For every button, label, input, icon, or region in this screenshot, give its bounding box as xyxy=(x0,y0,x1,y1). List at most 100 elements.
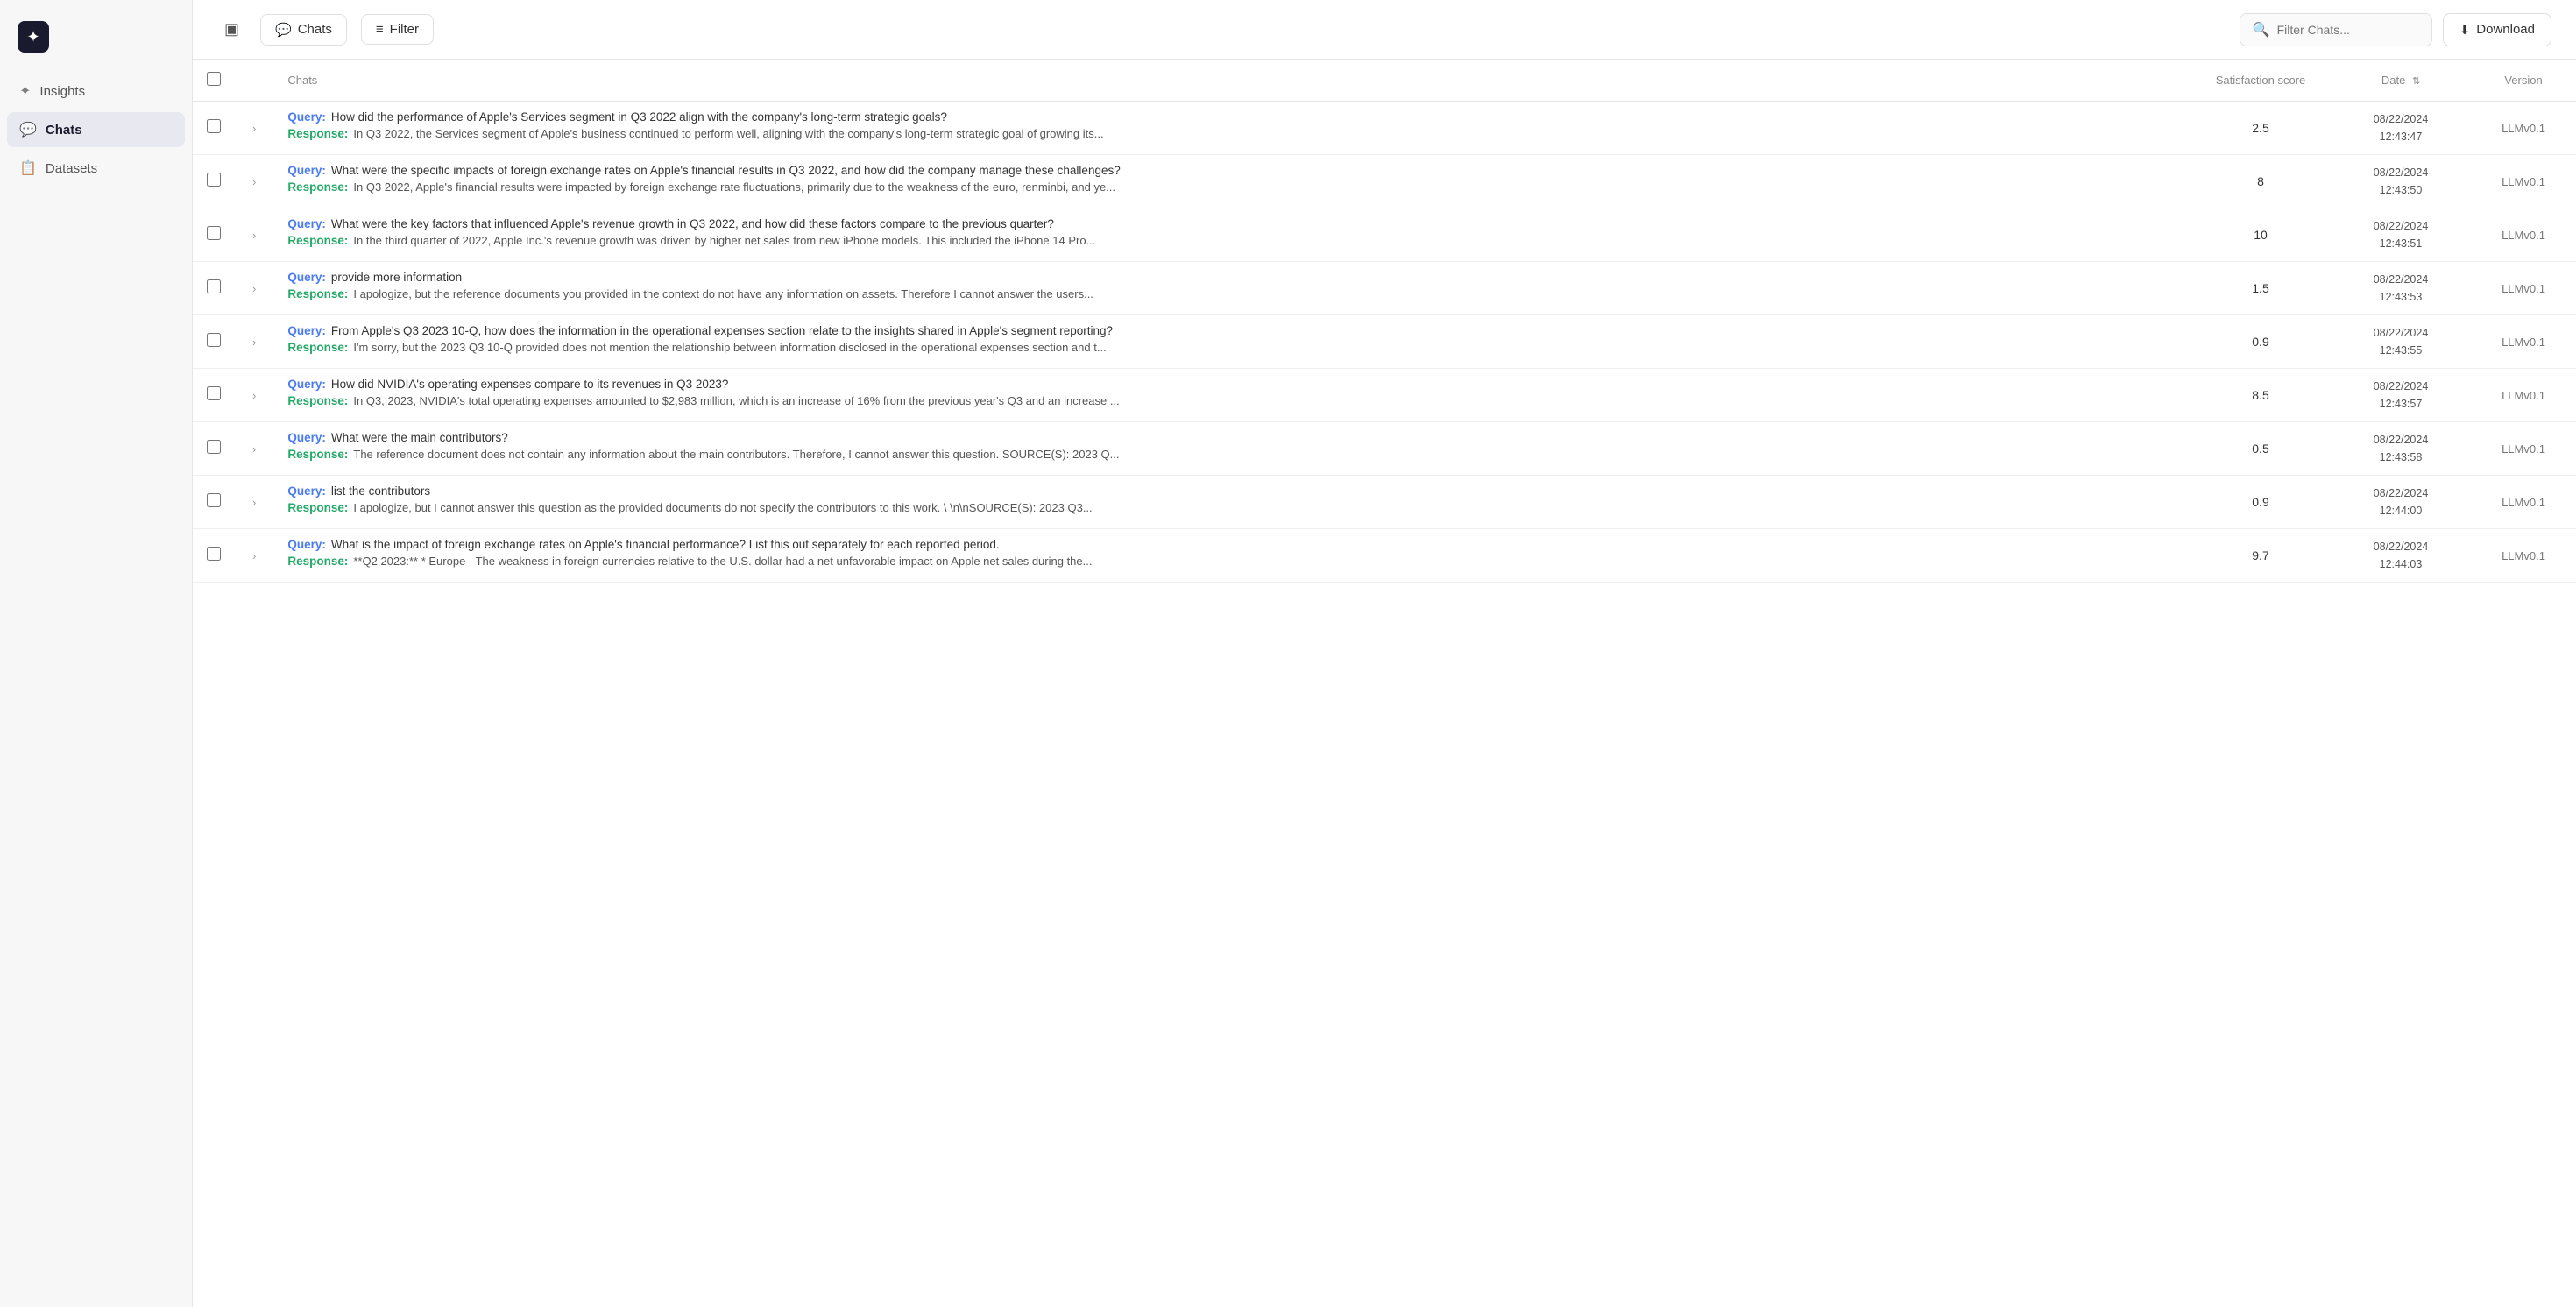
row-checkbox[interactable] xyxy=(207,119,221,133)
score-cell: 2.5 xyxy=(2190,102,2331,155)
query-row: Query: How did the performance of Apple'… xyxy=(287,110,2176,124)
download-button[interactable]: ⬇ Download xyxy=(2443,13,2551,46)
version-cell: LLMv0.1 xyxy=(2471,369,2576,422)
response-label: Response: xyxy=(287,394,348,407)
row-checkbox-cell xyxy=(193,476,235,529)
sidebar-item-insights-label: Insights xyxy=(39,84,85,99)
sidebar: ✦ ✦ Insights 💬 Chats 📋 Datasets xyxy=(0,0,193,1307)
expand-button[interactable]: › xyxy=(249,548,259,564)
response-row: Response: I apologize, but I cannot answ… xyxy=(287,501,2176,514)
query-row: Query: What is the impact of foreign exc… xyxy=(287,538,2176,551)
table-row: › Query: provide more information Respon… xyxy=(193,262,2576,315)
query-row: Query: What were the specific impacts of… xyxy=(287,164,2176,177)
score-cell: 9.7 xyxy=(2190,529,2331,583)
row-checkbox[interactable] xyxy=(207,440,221,454)
date-cell: 08/22/2024 12:44:00 xyxy=(2331,476,2471,529)
row-checkbox[interactable] xyxy=(207,226,221,240)
table-body: › Query: How did the performance of Appl… xyxy=(193,102,2576,583)
row-expand-cell: › xyxy=(235,155,273,208)
query-label: Query: xyxy=(287,484,326,498)
response-text: I apologize, but the reference documents… xyxy=(353,287,1093,300)
query-text: What were the specific impacts of foreig… xyxy=(331,164,1121,177)
date-cell: 08/22/2024 12:44:03 xyxy=(2331,529,2471,583)
query-text: How did the performance of Apple's Servi… xyxy=(331,110,947,124)
query-label: Query: xyxy=(287,324,326,337)
chats-tab-icon: 💬 xyxy=(275,22,292,38)
table-row: › Query: What were the key factors that … xyxy=(193,208,2576,262)
row-checkbox[interactable] xyxy=(207,386,221,400)
query-row: Query: What were the main contributors? xyxy=(287,431,2176,444)
toggle-sidebar-button[interactable]: ▣ xyxy=(217,17,246,42)
search-icon: 🔍 xyxy=(2253,21,2270,39)
row-checkbox[interactable] xyxy=(207,173,221,187)
expand-button[interactable]: › xyxy=(249,280,259,297)
row-checkbox[interactable] xyxy=(207,547,221,561)
table-header-row: Chats Satisfaction score Date ⇅ Version xyxy=(193,60,2576,102)
response-row: Response: In Q3, 2023, NVIDIA's total op… xyxy=(287,394,2176,407)
th-date[interactable]: Date ⇅ xyxy=(2331,60,2471,102)
response-label: Response: xyxy=(287,555,348,568)
chats-icon: 💬 xyxy=(19,121,37,138)
row-content-cell: Query: What were the main contributors? … xyxy=(273,422,2190,476)
expand-button[interactable]: › xyxy=(249,173,259,190)
row-content-cell: Query: What were the specific impacts of… xyxy=(273,155,2190,208)
expand-button[interactable]: › xyxy=(249,441,259,457)
expand-button[interactable]: › xyxy=(249,227,259,244)
query-label: Query: xyxy=(287,538,326,551)
filter-label: Filter xyxy=(390,22,419,37)
table-row: › Query: How did the performance of Appl… xyxy=(193,102,2576,155)
chats-tab-label: Chats xyxy=(298,22,332,37)
row-checkbox[interactable] xyxy=(207,279,221,293)
row-checkbox[interactable] xyxy=(207,493,221,507)
expand-button[interactable]: › xyxy=(249,120,259,137)
filter-button[interactable]: ≡ Filter xyxy=(361,14,434,45)
sidebar-item-insights[interactable]: ✦ Insights xyxy=(7,74,185,109)
response-row: Response: I apologize, but the reference… xyxy=(287,287,2176,300)
version-cell: LLMv0.1 xyxy=(2471,262,2576,315)
query-text: provide more information xyxy=(331,271,462,284)
row-checkbox[interactable] xyxy=(207,333,221,347)
th-version: Version xyxy=(2471,60,2576,102)
query-row: Query: list the contributors xyxy=(287,484,2176,498)
row-checkbox-cell xyxy=(193,208,235,262)
response-row: Response: The reference document does no… xyxy=(287,448,2176,461)
response-text: In Q3 2022, the Services segment of Appl… xyxy=(353,127,1103,140)
date-cell: 08/22/2024 12:43:58 xyxy=(2331,422,2471,476)
response-row: Response: I'm sorry, but the 2023 Q3 10-… xyxy=(287,341,2176,354)
chats-tab-button[interactable]: 💬 Chats xyxy=(260,14,347,46)
sidebar-item-chats[interactable]: 💬 Chats xyxy=(7,112,185,147)
topbar-right: 🔍 ⬇ Download xyxy=(2240,13,2551,46)
query-text: From Apple's Q3 2023 10-Q, how does the … xyxy=(331,324,1113,337)
query-text: How did NVIDIA's operating expenses comp… xyxy=(331,378,729,391)
table-row: › Query: What were the specific impacts … xyxy=(193,155,2576,208)
row-checkbox-cell xyxy=(193,155,235,208)
version-cell: LLMv0.1 xyxy=(2471,315,2576,369)
filter-icon: ≡ xyxy=(376,22,384,37)
version-cell: LLMv0.1 xyxy=(2471,476,2576,529)
date-cell: 08/22/2024 12:43:53 xyxy=(2331,262,2471,315)
query-label: Query: xyxy=(287,217,326,230)
table-container: Chats Satisfaction score Date ⇅ Version xyxy=(193,60,2576,1307)
sidebar-item-datasets[interactable]: 📋 Datasets xyxy=(7,151,185,186)
expand-button[interactable]: › xyxy=(249,334,259,350)
query-text: What were the key factors that influence… xyxy=(331,217,1054,230)
query-label: Query: xyxy=(287,378,326,391)
row-expand-cell: › xyxy=(235,102,273,155)
table-row: › Query: list the contributors Response:… xyxy=(193,476,2576,529)
version-cell: LLMv0.1 xyxy=(2471,529,2576,583)
date-cell: 08/22/2024 12:43:55 xyxy=(2331,315,2471,369)
expand-button[interactable]: › xyxy=(249,387,259,404)
search-box: 🔍 xyxy=(2240,13,2432,46)
row-expand-cell: › xyxy=(235,476,273,529)
expand-button[interactable]: › xyxy=(249,494,259,511)
score-cell: 0.9 xyxy=(2190,315,2331,369)
row-checkbox-cell xyxy=(193,369,235,422)
row-content-cell: Query: provide more information Response… xyxy=(273,262,2190,315)
sidebar-item-datasets-label: Datasets xyxy=(46,161,97,176)
row-checkbox-cell xyxy=(193,422,235,476)
date-cell: 08/22/2024 12:43:50 xyxy=(2331,155,2471,208)
search-input[interactable] xyxy=(2277,23,2419,37)
select-all-checkbox[interactable] xyxy=(207,72,221,86)
th-score[interactable]: Satisfaction score xyxy=(2190,60,2331,102)
row-checkbox-cell xyxy=(193,102,235,155)
